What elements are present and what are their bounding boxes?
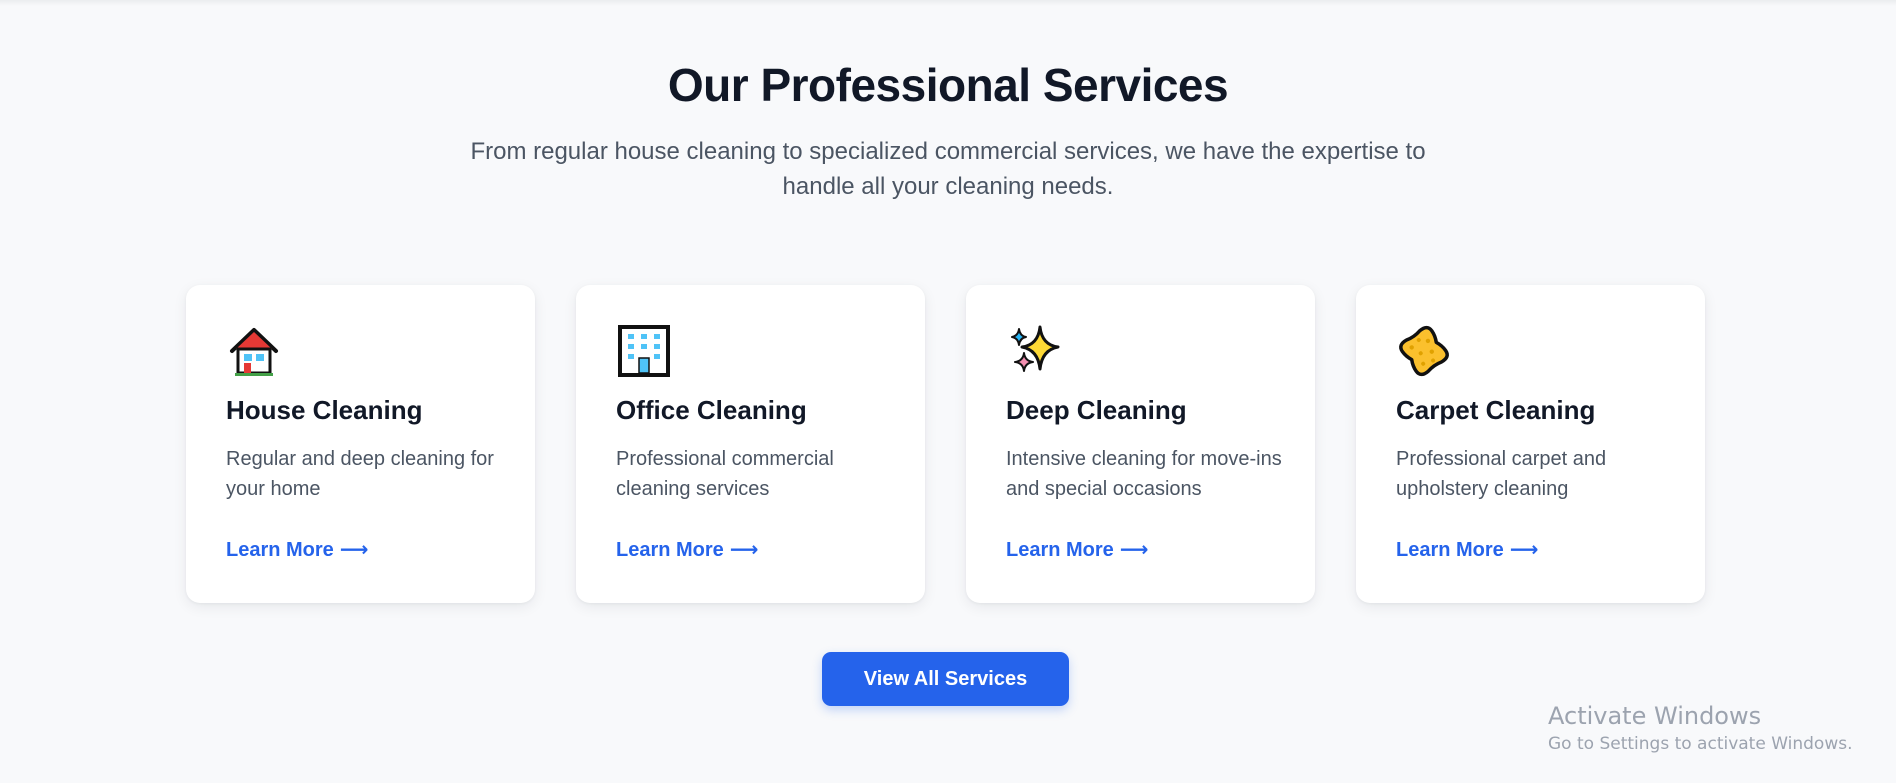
service-cards: House Cleaning Regular and deep cleaning… bbox=[186, 285, 1706, 603]
arrow-right-icon: ⟶ bbox=[1119, 539, 1149, 561]
learn-more-link[interactable]: Learn More ⟶ bbox=[226, 537, 368, 562]
learn-more-link[interactable]: Learn More ⟶ bbox=[1396, 537, 1538, 562]
arrow-right-icon: ⟶ bbox=[729, 539, 759, 561]
service-card-carpet-cleaning: Carpet Cleaning Professional carpet and … bbox=[1356, 285, 1705, 603]
service-title: House Cleaning bbox=[226, 395, 423, 425]
learn-more-link[interactable]: Learn More ⟶ bbox=[616, 537, 758, 562]
learn-more-link[interactable]: Learn More ⟶ bbox=[1006, 537, 1148, 562]
service-title: Office Cleaning bbox=[616, 395, 807, 425]
learn-more-label: Learn More bbox=[226, 539, 334, 561]
sparkles-icon bbox=[1006, 323, 1062, 379]
service-description: Professional commercial cleaning service… bbox=[616, 448, 834, 500]
house-icon bbox=[226, 323, 282, 379]
service-card-deep-cleaning: Deep Cleaning Intensive cleaning for mov… bbox=[966, 285, 1315, 603]
section-title: Our Professional Services bbox=[667, 59, 1229, 111]
service-card-office-cleaning: Office Cleaning Professional commercial … bbox=[576, 285, 925, 603]
service-card-house-cleaning: House Cleaning Regular and deep cleaning… bbox=[186, 285, 535, 603]
windows-activation-watermark: Activate Windows Go to Settings to activ… bbox=[1548, 700, 1878, 756]
service-title: Deep Cleaning bbox=[1006, 395, 1187, 425]
sponge-icon bbox=[1396, 323, 1452, 379]
learn-more-label: Learn More bbox=[616, 539, 724, 561]
arrow-right-icon: ⟶ bbox=[1509, 539, 1539, 561]
learn-more-label: Learn More bbox=[1396, 539, 1504, 561]
view-all-services-button[interactable]: View All Services bbox=[822, 652, 1069, 706]
watermark-title: Activate Windows bbox=[1548, 702, 1762, 730]
services-section: Our Professional Services From regular h… bbox=[0, 0, 1896, 783]
service-description: Intensive cleaning for move-ins and spec… bbox=[1006, 448, 1282, 500]
learn-more-label: Learn More bbox=[1006, 539, 1114, 561]
office-building-icon bbox=[616, 323, 672, 379]
service-title: Carpet Cleaning bbox=[1396, 395, 1596, 425]
arrow-right-icon: ⟶ bbox=[339, 539, 369, 561]
service-description: Professional carpet and upholstery clean… bbox=[1396, 448, 1607, 500]
watermark-subtitle: Go to Settings to activate Windows. bbox=[1548, 734, 1853, 754]
section-subtitle: From regular house cleaning to specializ… bbox=[470, 138, 1426, 200]
service-description: Regular and deep cleaning for your home bbox=[226, 448, 494, 500]
